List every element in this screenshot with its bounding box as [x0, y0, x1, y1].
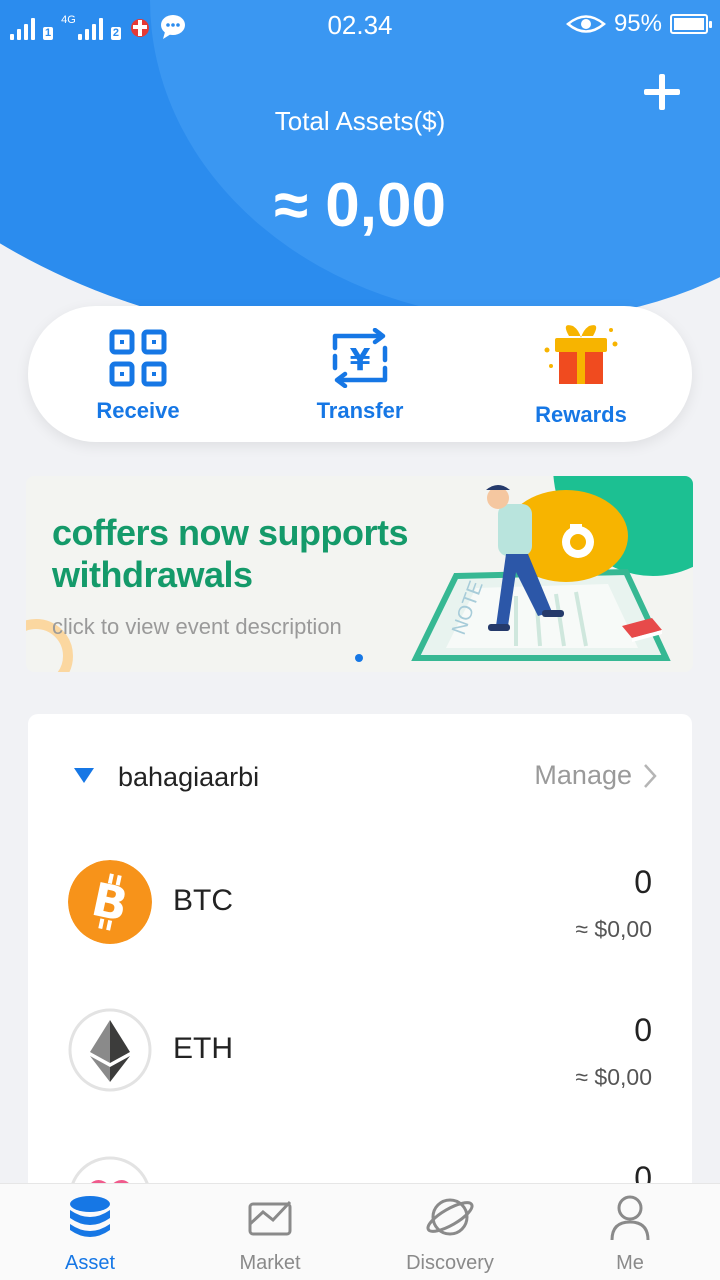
wallet-dropdown-icon[interactable]: [74, 768, 94, 783]
manage-button[interactable]: Manage: [534, 760, 658, 791]
planet-icon: [426, 1198, 474, 1236]
receive-label: Receive: [96, 398, 180, 423]
tab-discovery[interactable]: Discovery: [360, 1184, 540, 1280]
coin-symbol: ETH: [173, 1032, 233, 1065]
battery-percent: 95%: [613, 10, 662, 37]
tab-asset[interactable]: Asset: [0, 1184, 180, 1280]
wallet-card: bahagiaarbi Manage B BTC 0 ≈ $0,00 ETH 0…: [28, 714, 692, 1234]
transfer-yen-icon: ¥: [332, 328, 388, 388]
tab-label: Market: [239, 1252, 301, 1274]
banner-title: coffers now supports withdrawals: [52, 512, 409, 596]
person-icon: [610, 1195, 650, 1241]
total-assets-label: Total Assets($): [274, 106, 446, 136]
rewards-button[interactable]: Rewards: [501, 306, 661, 442]
gift-icon: [544, 325, 618, 384]
carousel-indicator[interactable]: [355, 654, 363, 662]
banner-illustration: NOTE: [411, 485, 671, 661]
manage-label: Manage: [534, 760, 632, 790]
coin-fiat-value: ≈ $0,00: [575, 916, 652, 942]
coin-fiat-value: ≈ $0,00: [575, 1064, 652, 1090]
tab-me[interactable]: Me: [540, 1184, 720, 1280]
coin-row-btc[interactable]: B BTC 0 ≈ $0,00: [28, 842, 692, 962]
bottom-tab-bar: Asset Market Discovery Me: [0, 1183, 720, 1280]
promo-banner[interactable]: coffers now supports withdrawals click t…: [26, 476, 693, 672]
total-assets-value: ≈ 0,00: [274, 171, 446, 240]
status-bar: 1 4G 2 02.34 95%: [0, 0, 720, 50]
asset-stack-icon: [70, 1196, 110, 1237]
tab-label: Asset: [64, 1252, 116, 1274]
battery-icon: [670, 14, 712, 34]
rewards-label: Rewards: [535, 402, 627, 427]
transfer-button[interactable]: ¥ Transfer: [280, 306, 440, 442]
tab-label: Discovery: [406, 1252, 494, 1274]
qr-code-icon: [109, 329, 167, 387]
coin-symbol: BTC: [173, 884, 233, 917]
eth-icon: [68, 1008, 152, 1092]
chevron-right-icon: [644, 763, 657, 788]
quick-actions-card: Receive ¥ Transfer Rewards: [28, 306, 692, 442]
coin-row-eth[interactable]: ETH 0 ≈ $0,00: [28, 990, 692, 1110]
eye-comfort-icon: [565, 15, 606, 33]
coin-amount: 0: [634, 1012, 652, 1048]
banner-title-line1: coffers now supports: [52, 512, 409, 553]
receive-button[interactable]: Receive: [58, 306, 218, 442]
wallet-name[interactable]: bahagiaarbi: [118, 762, 259, 793]
svg-text:¥: ¥: [350, 343, 371, 378]
coin-amount: 0: [634, 864, 652, 900]
tab-market[interactable]: Market: [180, 1184, 360, 1280]
transfer-label: Transfer: [316, 398, 404, 423]
tab-label: Me: [616, 1252, 644, 1274]
banner-subtitle: click to view event description: [52, 614, 342, 639]
banner-title-line2: withdrawals: [52, 554, 253, 595]
btc-icon: B: [68, 860, 152, 944]
status-right: 95%: [565, 10, 712, 38]
market-chart-icon: [248, 1200, 292, 1236]
